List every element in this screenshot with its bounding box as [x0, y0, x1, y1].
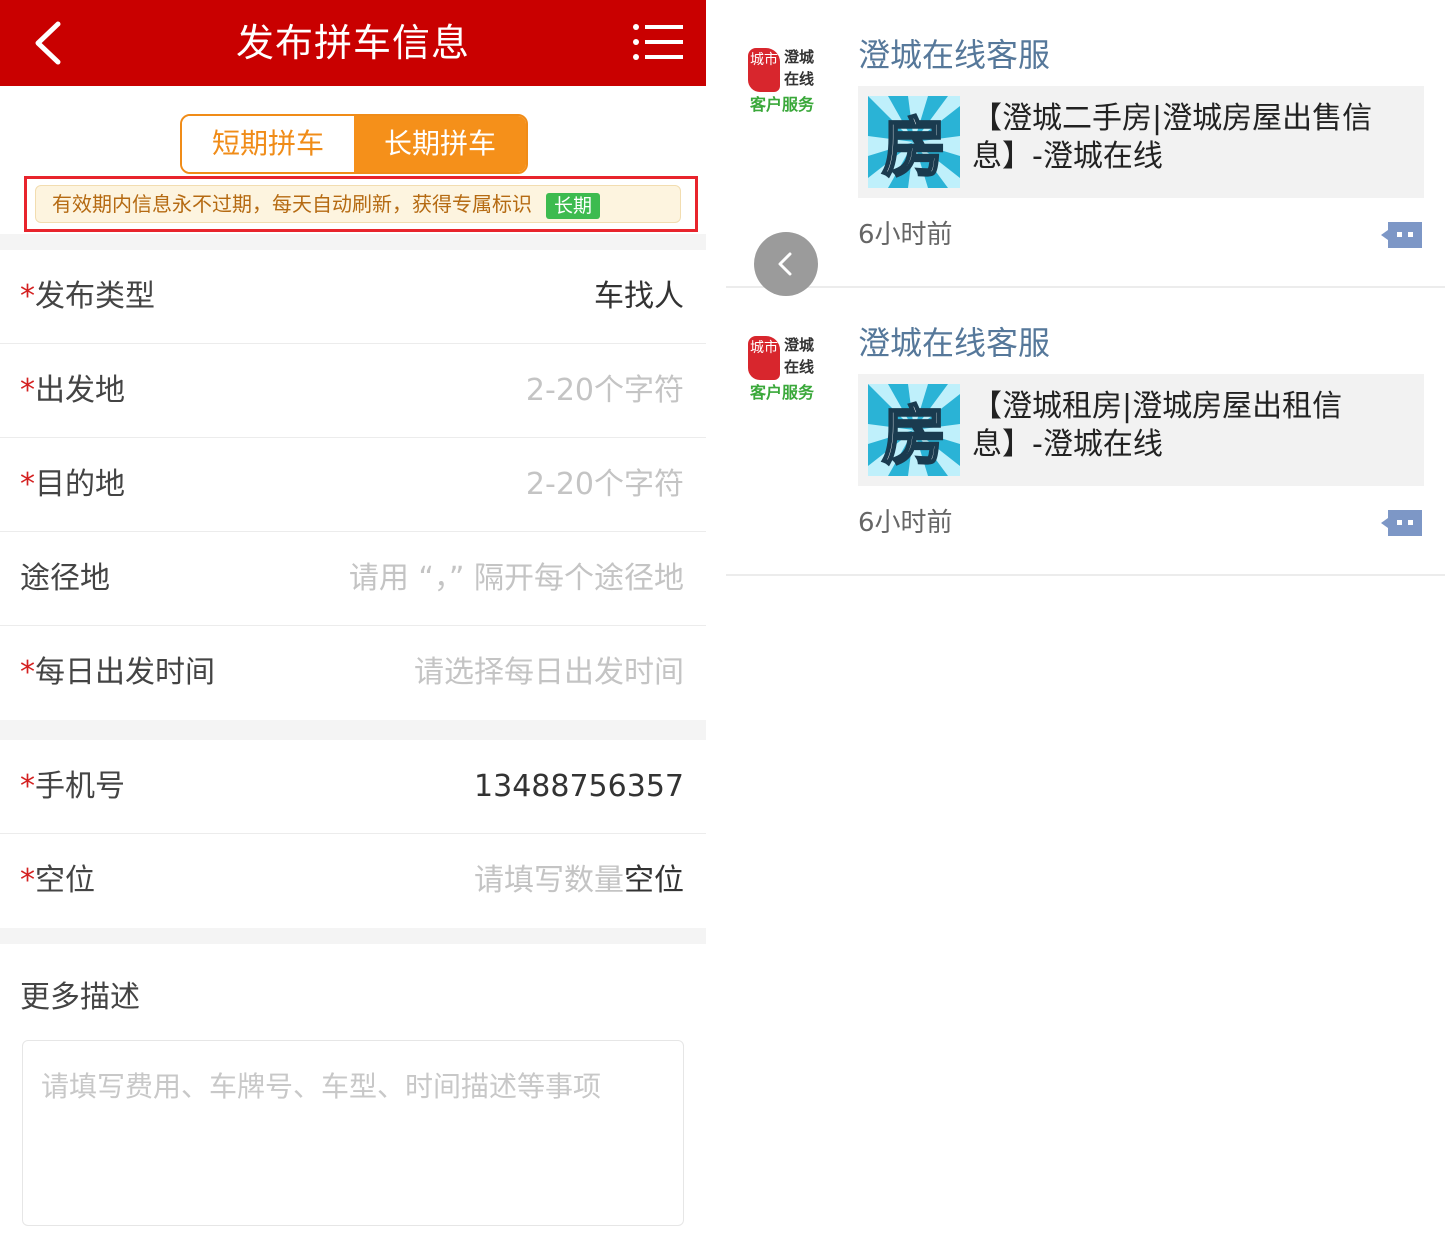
house-thumbnail: 房 [868, 96, 960, 188]
notice-text: 有效期内信息永不过期，每天自动刷新，获得专属标识 [52, 192, 532, 216]
thumb-char: 房 [882, 112, 946, 186]
seats-input[interactable]: 请填写数量空位 [474, 834, 684, 928]
more-description-label: 更多描述 [20, 980, 140, 1015]
more-description-section: 更多描述 [0, 944, 706, 1240]
top-bar: 发布拼车信息 [0, 0, 706, 86]
departure-label: 出发地 [35, 373, 125, 408]
message-time: 6小时前 [858, 220, 953, 250]
message-card: 城市 澄城 在线 客户服务 澄城在线客服 房 [726, 0, 1445, 296]
mode-tabs-area: 短期拼车 长期拼车 有效期内信息永不过期，每天自动刷新，获得专属标识 长期 [0, 86, 706, 234]
form-row-daily-time[interactable]: *每日出发时间 请选择每日出发时间 [0, 626, 706, 720]
panel-divider [706, 0, 726, 1240]
publish-type-value[interactable]: 车找人 [594, 250, 684, 344]
required-mark: * [20, 279, 35, 314]
daily-time-label: 每日出发时间 [35, 655, 215, 690]
logo-line2: 在线 [784, 358, 815, 376]
required-mark: * [20, 769, 35, 804]
avatar[interactable]: 城市 澄城 在线 客户服务 [748, 328, 828, 408]
house-sunburst-icon: 房 [868, 96, 960, 188]
sender-name[interactable]: 澄城在线客服 [858, 30, 1050, 76]
form-row-seats[interactable]: *空位 请填写数量空位 [0, 834, 706, 928]
tab-short-term[interactable]: 短期拼车 [182, 116, 354, 172]
seats-unit: 空位 [624, 863, 684, 898]
required-mark: * [20, 863, 35, 898]
required-mark: * [20, 373, 35, 408]
departure-input[interactable]: 2-20个字符 [526, 344, 684, 438]
publish-type-label: 发布类型 [35, 279, 155, 314]
trip-info-group: *发布类型 车找人 *出发地 2-20个字符 *目的地 2-20个字符 途径地 … [0, 250, 706, 720]
screenshot-root: 发布拼车信息 短期拼车 长期拼车 有效期内信息永不过期，每天自动刷新，获得专属标… [0, 0, 1445, 1240]
description-textarea[interactable] [22, 1040, 684, 1226]
form-row-departure[interactable]: *出发地 2-20个字符 [0, 344, 706, 438]
phone-label: 手机号 [35, 769, 125, 804]
logo-seal: 城市 [748, 48, 780, 92]
seats-placeholder: 请填写数量 [474, 863, 624, 898]
field-label: *每日出发时间 [20, 626, 215, 720]
logo-line3: 客户服务 [750, 383, 815, 402]
field-label: *目的地 [20, 438, 125, 532]
contact-group: *手机号 13488756357 *空位 请填写数量空位 [0, 740, 706, 928]
form-row-publish-type[interactable]: *发布类型 车找人 [0, 250, 706, 344]
chevron-left-icon [778, 252, 792, 276]
phone-input[interactable]: 13488756357 [474, 740, 684, 834]
sender-name[interactable]: 澄城在线客服 [858, 318, 1050, 364]
daily-time-picker[interactable]: 请选择每日出发时间 [414, 626, 684, 720]
tab-long-term[interactable]: 长期拼车 [354, 116, 526, 172]
collapse-button[interactable] [754, 232, 818, 296]
seats-label: 空位 [35, 863, 95, 898]
thumb-char: 房 [882, 400, 946, 474]
waypoints-input[interactable]: 请用 “，” 隔开每个途径地 [349, 532, 684, 626]
logo-seal: 城市 [748, 336, 780, 380]
logo-line3: 客户服务 [750, 95, 815, 114]
field-label: *出发地 [20, 344, 125, 438]
comment-icon[interactable] [1380, 220, 1424, 250]
logo-line2: 在线 [784, 70, 815, 88]
field-label: *发布类型 [20, 250, 155, 344]
page-title: 发布拼车信息 [235, 21, 470, 65]
required-mark: * [20, 655, 35, 690]
required-mark: * [20, 467, 35, 502]
message-time: 6小时前 [858, 508, 953, 538]
comment-icon[interactable] [1380, 508, 1424, 538]
shared-link-card[interactable]: 房 【澄城二手房|澄城房屋出售信息】-澄城在线 [858, 86, 1424, 198]
destination-input[interactable]: 2-20个字符 [526, 438, 684, 532]
long-term-notice: 有效期内信息永不过期，每天自动刷新，获得专属标识 长期 [35, 185, 681, 223]
field-label: *空位 [20, 834, 95, 928]
logo-line1: 澄城 [784, 336, 815, 354]
form-row-waypoints[interactable]: 途径地 请用 “，” 隔开每个途径地 [0, 532, 706, 626]
notice-highlight: 有效期内信息永不过期，每天自动刷新，获得专属标识 长期 [24, 176, 698, 232]
field-label: *手机号 [20, 740, 125, 834]
link-title: 【澄城二手房|澄城房屋出售信息】-澄城在线 [972, 101, 1373, 174]
form-row-destination[interactable]: *目的地 2-20个字符 [0, 438, 706, 532]
chat-panel: 城市 澄城 在线 客户服务 澄城在线客服 房 【澄城二手房|澄城房屋出售信息】-… [726, 0, 1445, 1240]
logo-line1: 澄城 [784, 48, 815, 66]
link-title: 【澄城租房|澄城房屋出租信息】-澄城在线 [972, 389, 1343, 462]
carpool-mode-tabs: 短期拼车 长期拼车 [180, 114, 528, 174]
house-sunburst-icon: 房 [868, 384, 960, 476]
shared-link-card[interactable]: 房 【澄城租房|澄城房屋出租信息】-澄城在线 [858, 374, 1424, 486]
long-term-badge: 长期 [546, 192, 601, 219]
house-thumbnail: 房 [868, 384, 960, 476]
destination-label: 目的地 [35, 467, 125, 502]
message-card: 城市 澄城 在线 客户服务 澄城在线客服 房 [726, 288, 1445, 576]
avatar[interactable]: 城市 澄城 在线 客户服务 [748, 40, 828, 120]
waypoints-label: 途径地 [20, 561, 110, 596]
publish-panel: 发布拼车信息 短期拼车 长期拼车 有效期内信息永不过期，每天自动刷新，获得专属标… [0, 0, 706, 1240]
hamburger-menu-icon[interactable] [632, 22, 684, 62]
form-row-phone[interactable]: *手机号 13488756357 [0, 740, 706, 834]
